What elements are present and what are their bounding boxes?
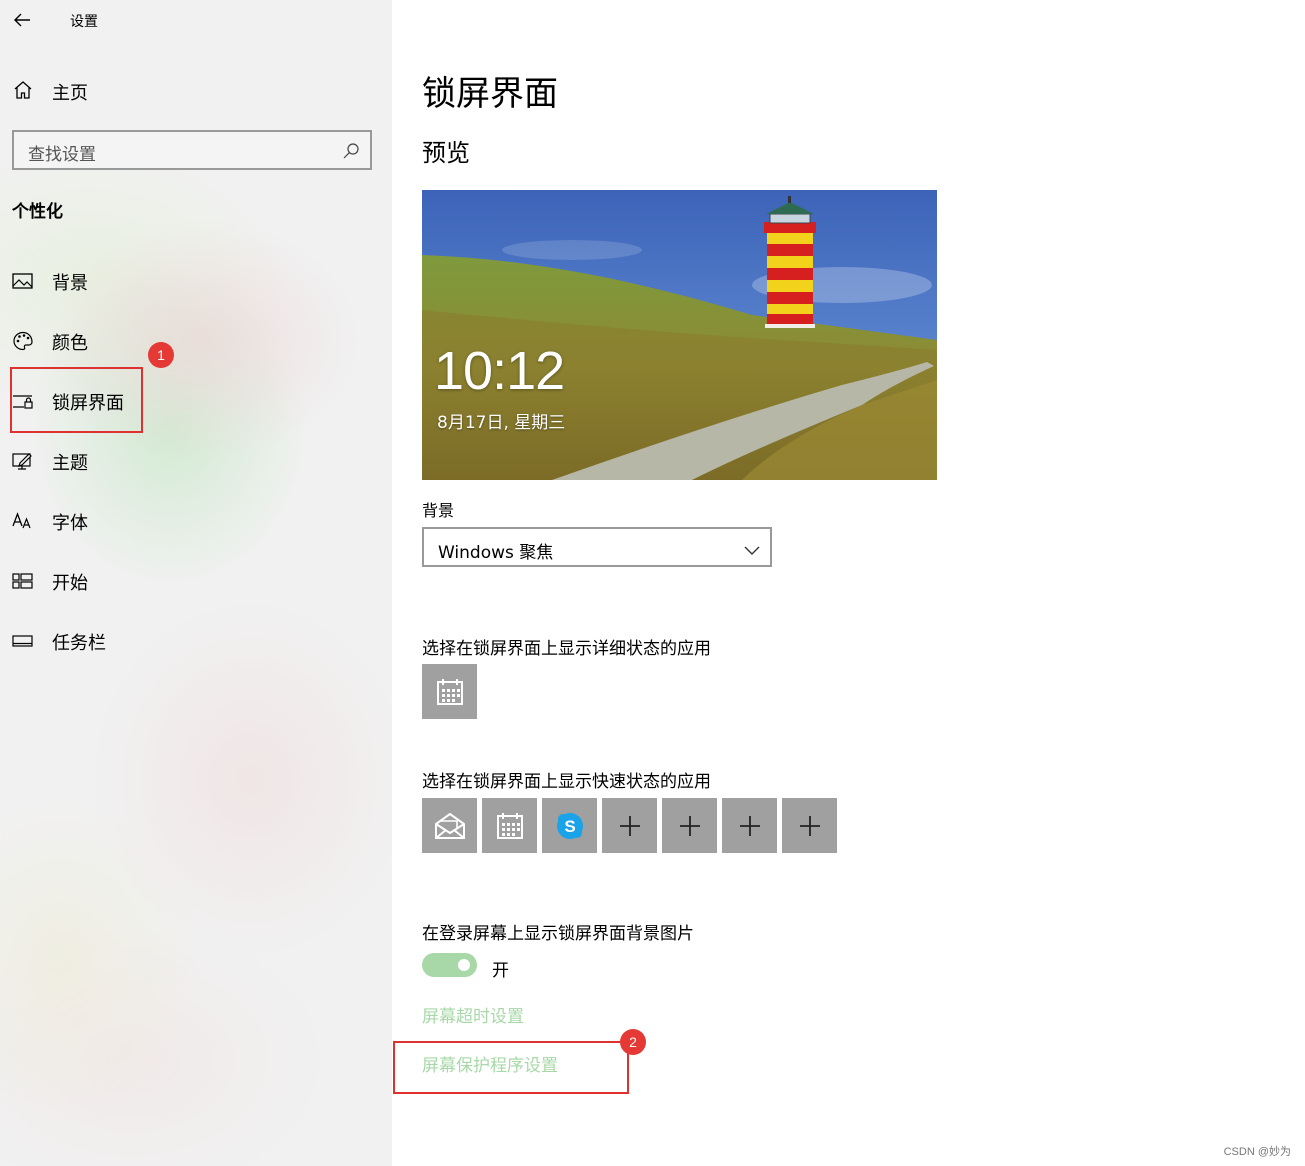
sidebar-item-label: 背景: [52, 273, 88, 294]
search-placeholder: 查找设置: [28, 145, 96, 165]
quick-status-add-button[interactable]: [782, 798, 837, 853]
calendar-icon: [436, 678, 464, 706]
sidebar-item-background[interactable]: 背景: [0, 261, 380, 301]
annotation-badge: 2: [620, 1029, 646, 1055]
preview-clock-time: 10:12: [434, 341, 565, 401]
page-title: 锁屏界面: [422, 74, 558, 114]
font-icon: [12, 511, 34, 531]
sidebar-item-themes[interactable]: 主题: [0, 441, 380, 481]
sidebar-item-start[interactable]: 开始: [0, 561, 380, 601]
sidebar-item-fonts[interactable]: 字体: [0, 501, 380, 541]
background-dropdown[interactable]: Windows 聚焦: [422, 527, 772, 567]
sidebar-item-label: 颜色: [52, 333, 88, 354]
mail-icon: [434, 812, 466, 840]
background-dropdown-value: Windows 聚焦: [438, 543, 554, 563]
background-label: 背景: [422, 501, 455, 520]
toggle-state-label: 开: [492, 961, 509, 981]
quick-status-app-skype[interactable]: S: [542, 798, 597, 853]
quick-status-add-button[interactable]: [722, 798, 777, 853]
window-title: 设置: [70, 14, 98, 30]
annotation-highlight-box: [10, 367, 143, 433]
section-heading: 个性化: [12, 202, 63, 222]
chevron-down-icon: [744, 541, 760, 555]
sidebar-item-taskbar[interactable]: 任务栏: [0, 621, 380, 661]
plus-icon: [678, 814, 702, 838]
quick-status-add-button[interactable]: [602, 798, 657, 853]
palette-icon: [12, 331, 34, 351]
plus-icon: [618, 814, 642, 838]
preview-heading: 预览: [422, 139, 470, 167]
sidebar-item-label: 开始: [52, 573, 88, 594]
quick-status-app-calendar[interactable]: [482, 798, 537, 853]
skype-icon: S: [555, 811, 585, 841]
theme-icon: [12, 451, 34, 471]
sidebar-item-label: 主题: [52, 453, 88, 474]
calendar-icon: [496, 812, 524, 840]
detailed-status-label: 选择在锁屏界面上显示详细状态的应用: [422, 639, 711, 659]
annotation-highlight-box: [393, 1041, 629, 1094]
search-input[interactable]: 查找设置: [12, 130, 372, 170]
watermark: CSDN @妙为: [1223, 1146, 1291, 1158]
plus-icon: [738, 814, 762, 838]
quick-status-add-button[interactable]: [662, 798, 717, 853]
lock-screen-preview-image: [422, 190, 937, 480]
home-label: 主页: [52, 83, 88, 104]
svg-text:S: S: [564, 817, 575, 836]
sign-in-background-toggle[interactable]: [422, 953, 477, 977]
sign-in-background-label: 在登录屏幕上显示锁屏界面背景图片: [422, 924, 694, 944]
start-icon: [12, 571, 34, 591]
annotation-badge: 1: [148, 342, 174, 368]
sidebar-item-label: 字体: [52, 513, 88, 534]
image-icon: [12, 271, 34, 291]
taskbar-icon: [12, 631, 34, 651]
back-arrow-icon[interactable]: [10, 8, 34, 32]
sidebar-home[interactable]: 主页: [12, 78, 88, 106]
detailed-status-app-button[interactable]: [422, 664, 477, 719]
home-icon: [12, 79, 34, 105]
quick-status-app-mail[interactable]: [422, 798, 477, 853]
quick-status-label: 选择在锁屏界面上显示快速状态的应用: [422, 772, 711, 792]
sidebar-item-colors[interactable]: 颜色: [0, 321, 380, 361]
plus-icon: [798, 814, 822, 838]
preview-clock-date: 8月17日, 星期三: [437, 413, 566, 433]
toggle-knob: [458, 959, 470, 971]
sidebar: 设置 主页 查找设置 个性化 背景 颜色 锁屏界面 主题 字体 开始 任务栏 1: [0, 0, 392, 1166]
search-icon[interactable]: [342, 142, 360, 160]
screen-timeout-link[interactable]: 屏幕超时设置: [422, 1002, 524, 1027]
sidebar-item-label: 任务栏: [52, 633, 106, 654]
